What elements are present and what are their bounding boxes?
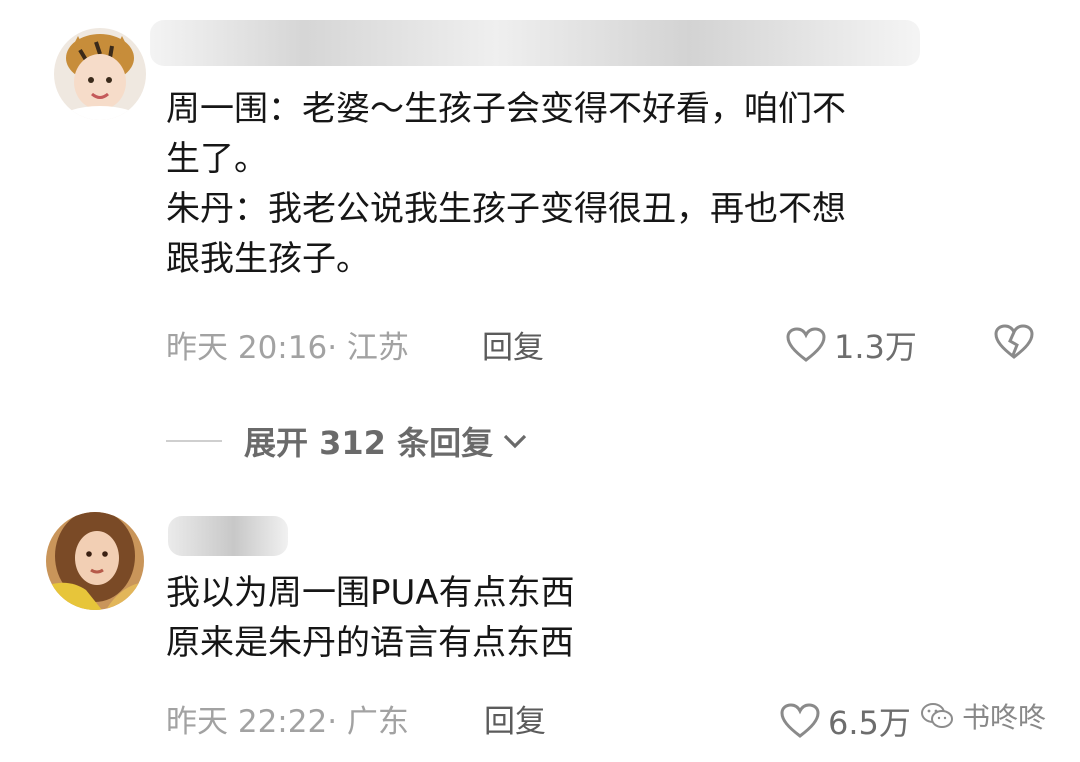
heart-outline-icon [786,327,826,362]
comment-line: 周一围：老婆～生孩子会变得不好看，咱们不 [166,89,846,129]
avatar-image [54,28,146,120]
comment-meta: 昨天 20:16· 江苏 [166,330,409,366]
reply-button[interactable]: 回复 [482,322,544,367]
avatar-image [46,512,144,610]
comment-item: 周一围：老婆～生孩子会变得不好看，咱们不 生了。 朱丹：我老公说我生孩子变得很丑… [0,0,1080,400]
expand-replies-label: 展开 312 条回复 [244,424,494,462]
wechat-icon [920,703,953,728]
watermark: 书咚咚 [920,696,1046,736]
like-count: 1.3万 [834,328,917,366]
chevron-down-icon [503,434,527,449]
comment-line: 生了。 [166,139,268,179]
expand-replies-button[interactable]: 展开 312 条回复 [166,418,529,464]
comment-text: 周一围：老婆～生孩子会变得不好看，咱们不 生了。 朱丹：我老公说我生孩子变得很丑… [166,84,846,284]
comment-line: 跟我生孩子。 [166,239,370,279]
dislike-button[interactable] [994,324,1034,364]
divider [166,440,222,442]
comment-line: 朱丹：我老公说我生孩子变得很丑，再也不想 [166,189,846,229]
comment-meta: 昨天 22:22· 广东 [166,704,409,740]
comment-item: 我以为周一围PUA有点东西 原来是朱丹的语言有点东西 昨天 22:22· 广东 … [0,500,1080,762]
comment-line: 原来是朱丹的语言有点东西 [166,623,574,663]
heart-outline-icon [780,703,820,738]
avatar[interactable] [54,28,146,120]
comment-text: 我以为周一围PUA有点东西 原来是朱丹的语言有点东西 [166,568,575,668]
username-blurred[interactable] [150,20,920,66]
comment-line: 我以为周一围PUA有点东西 [166,573,575,613]
watermark-text: 书咚咚 [961,701,1046,734]
username-blurred[interactable] [168,516,288,556]
broken-heart-icon [994,324,1034,359]
like-button[interactable]: 1.3万 [786,322,917,368]
like-button[interactable]: 6.5万 [780,698,911,744]
like-count: 6.5万 [828,704,911,742]
reply-button[interactable]: 回复 [484,696,546,741]
avatar[interactable] [46,512,144,610]
